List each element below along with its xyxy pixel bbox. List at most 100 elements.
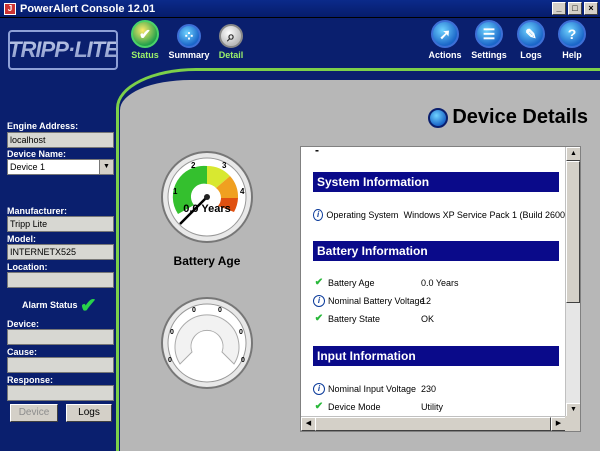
alarm-ok-check-icon: ✔ <box>80 295 97 317</box>
detail-row: ✔ Device Mode Utility <box>313 401 566 413</box>
detail-row-value: 0.0 Years <box>421 278 459 288</box>
scroll-corner <box>565 416 580 431</box>
ok-check-icon: ✔ <box>314 313 324 324</box>
battery-age-gauge: 1 2 3 4 0.0 Years <box>161 151 253 243</box>
model-field: INTERNETX525 <box>7 244 114 260</box>
magnifier-icon: ⌕ <box>219 24 243 48</box>
gauge-readout: 0.0 Years <box>183 203 231 215</box>
device-name-select[interactable]: Device 1 ▼ <box>7 159 114 175</box>
gauge-tick-1: 1 <box>173 187 178 196</box>
battery-age-label: Battery Age <box>173 254 241 268</box>
model-label: Model: <box>7 234 36 244</box>
window-title: PowerAlert Console 12.01 <box>20 2 156 15</box>
detail-row: i Nominal Input Voltage 230 <box>313 383 566 395</box>
vertical-scrollbar[interactable]: ▲ ▼ <box>565 147 580 417</box>
summary-button[interactable]: ⁘ Summary <box>166 20 212 60</box>
scroll-up-icon[interactable]: ▲ <box>566 147 580 161</box>
scroll-right-icon[interactable]: ▶ <box>551 417 566 431</box>
collapse-dash: - <box>315 147 319 157</box>
device-button[interactable]: Device <box>10 404 58 422</box>
secondary-gauge: 0 0 0 0 0 0 <box>161 297 253 389</box>
response-field <box>7 385 114 401</box>
sidebar: Engine Address: localhost Device Name: D… <box>0 80 120 451</box>
scroll-left-icon[interactable]: ◀ <box>301 417 316 431</box>
detail-row: i Operating System Windows XP Service Pa… <box>313 209 566 221</box>
logs-button[interactable]: ✎ Logs <box>508 20 554 60</box>
detail-row: ✔ Battery State OK <box>313 313 566 325</box>
status-check-icon: ✔ <box>131 20 159 48</box>
manufacturer-label: Manufacturer: <box>7 206 68 216</box>
page-title-text: Device Details <box>452 106 588 128</box>
sliders-icon: ☰ <box>475 20 503 48</box>
status-label: Status <box>131 50 159 60</box>
horizontal-scroll-thumb[interactable] <box>315 417 551 431</box>
actions-button[interactable]: ➚ Actions <box>422 20 468 60</box>
scroll-down-icon[interactable]: ▼ <box>566 403 580 417</box>
main-panel: Device Details 1 2 3 4 0.0 Years Battery… <box>120 80 600 451</box>
ok-check-icon: ✔ <box>314 277 324 288</box>
actions-label: Actions <box>428 50 462 60</box>
gauge-tick: 0 <box>241 357 245 364</box>
device-field <box>7 329 114 345</box>
settings-button[interactable]: ☰ Settings <box>466 20 512 60</box>
device-label: Device: <box>7 319 40 329</box>
detail-row: i Nominal Battery Voltage 12 <box>313 295 566 307</box>
gauge-tick-3: 3 <box>222 161 227 170</box>
details-scroll-content: - System Information i Operating System … <box>301 147 566 417</box>
summary-grid-icon: ⁘ <box>177 24 201 48</box>
ok-check-icon: ✔ <box>314 401 324 412</box>
detail-button[interactable]: ⌕ Detail <box>208 20 254 60</box>
gauge-tick: 0 <box>168 357 172 364</box>
device-name-label: Device Name: <box>7 149 67 159</box>
minimize-button[interactable]: _ <box>552 2 566 15</box>
cause-field <box>7 357 114 373</box>
details-panel: - System Information i Operating System … <box>300 146 581 432</box>
detail-row: ✔ Battery Age 0.0 Years <box>313 277 566 289</box>
logs-label: Logs <box>520 50 542 60</box>
horizontal-scrollbar[interactable]: ◀ ▶ <box>301 416 566 431</box>
window-controls: _ □ × <box>552 2 598 15</box>
input-information-header: Input Information <box>313 346 559 366</box>
help-question-icon: ? <box>558 20 586 48</box>
detail-row-label: Nominal Battery Voltage <box>328 296 425 306</box>
status-button[interactable]: ✔ Status <box>122 20 168 60</box>
maximize-button[interactable]: □ <box>568 2 582 15</box>
sidebar-logs-button[interactable]: Logs <box>66 404 112 422</box>
detail-row-value: 230 <box>421 384 437 394</box>
help-label: Help <box>562 50 582 60</box>
location-field <box>7 272 114 288</box>
alarm-status-label: Alarm Status <box>22 300 78 310</box>
vertical-scroll-thumb[interactable] <box>566 161 580 303</box>
gauge-tick-2: 2 <box>191 161 196 170</box>
manufacturer-field: Tripp Lite <box>7 216 114 232</box>
tripp-lite-logo: TRIPP·LITE <box>8 30 119 70</box>
detail-row-label: Nominal Input Voltage <box>328 384 417 394</box>
gauge-tick: 0 <box>192 307 196 314</box>
page-title: Device Details <box>428 106 588 129</box>
info-icon: i <box>313 209 324 221</box>
close-button[interactable]: × <box>584 2 598 15</box>
detail-row-label: Operating System <box>326 210 399 220</box>
header: TRIPP·LITE ✔ Status ⁘ Summary ⌕ Detail ➚… <box>0 18 600 80</box>
summary-label: Summary <box>168 50 210 60</box>
gauge-tick: 0 <box>218 307 222 314</box>
clipboard-icon: ✎ <box>517 20 545 48</box>
system-information-header: System Information <box>313 172 559 192</box>
actions-arrow-icon: ➚ <box>431 20 459 48</box>
help-button[interactable]: ? Help <box>549 20 595 60</box>
detail-row-value: OK <box>421 314 435 324</box>
chevron-down-icon[interactable]: ▼ <box>99 160 113 174</box>
battery-information-header: Battery Information <box>313 241 559 261</box>
engine-address-label: Engine Address: <box>7 121 79 131</box>
response-label: Response: <box>7 375 54 385</box>
gauge-tick-4: 4 <box>240 187 245 196</box>
info-icon: i <box>313 295 325 307</box>
engine-address-field[interactable]: localhost <box>7 132 114 148</box>
detail-row-label: Device Mode <box>328 402 381 412</box>
info-icon: i <box>313 383 325 395</box>
detail-row-value: 12 <box>421 296 432 306</box>
location-label: Location: <box>7 262 48 272</box>
gauge-hub <box>204 194 210 200</box>
detail-label: Detail <box>218 50 244 60</box>
title-bar: J PowerAlert Console 12.01 _ □ × <box>0 0 600 18</box>
